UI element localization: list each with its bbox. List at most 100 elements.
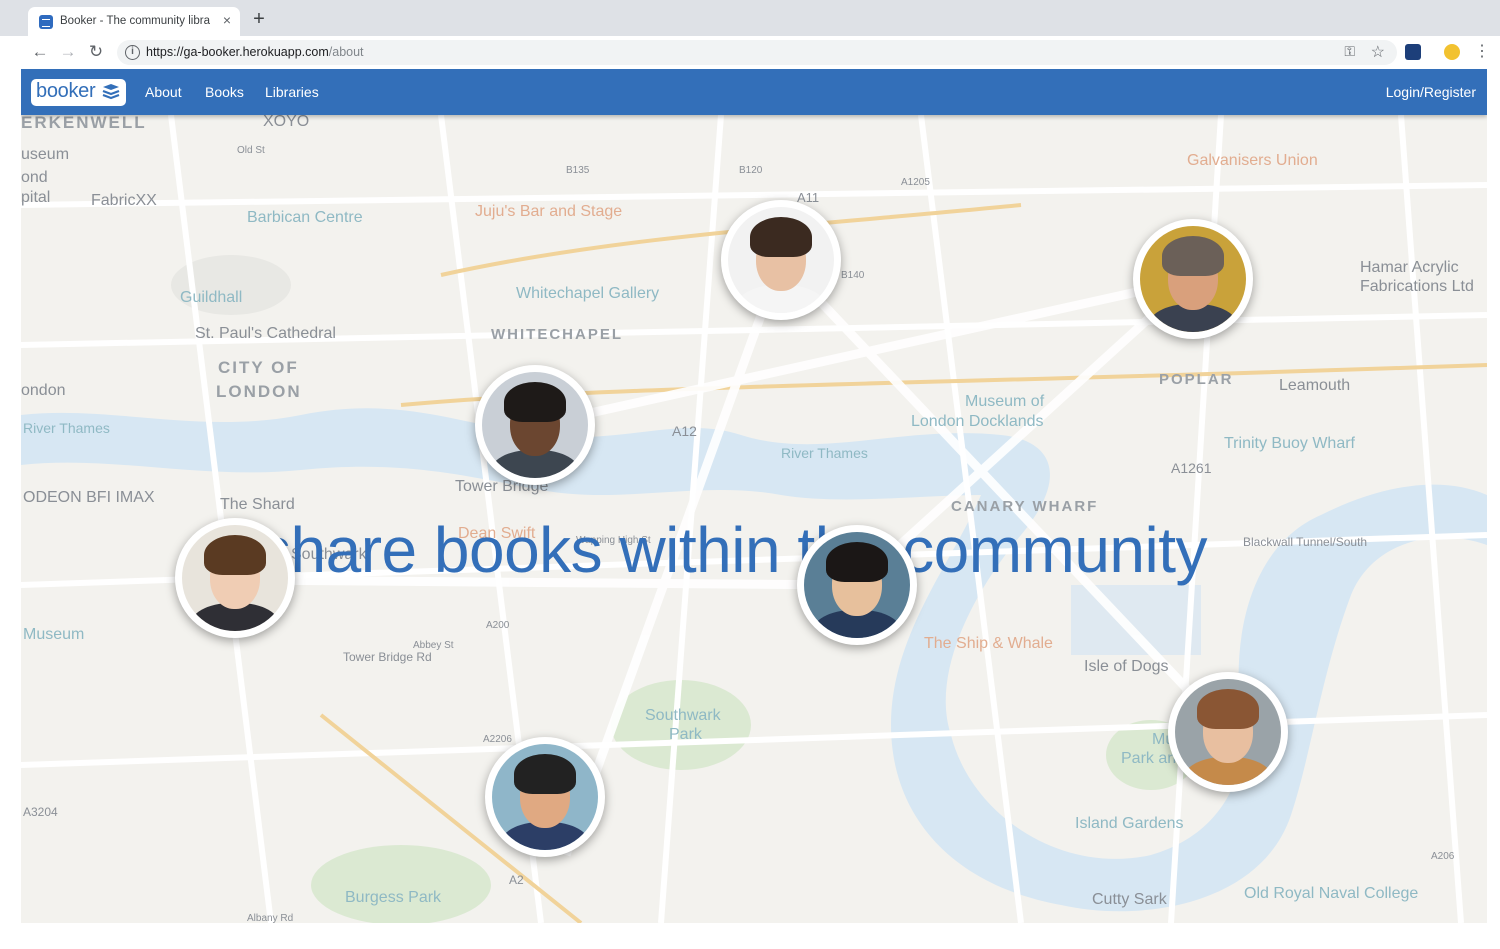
back-arrow-icon[interactable]: ← <box>30 42 50 62</box>
map-label: Cutty Sark <box>1092 891 1167 908</box>
browser-menu-icon[interactable]: ⋮ <box>1474 42 1490 62</box>
nav-link-books[interactable]: Books <box>205 84 244 100</box>
close-tab-icon[interactable]: × <box>219 12 235 28</box>
map-label: ODEON BFI IMAX <box>23 489 155 506</box>
forward-arrow-icon[interactable]: → <box>58 42 78 62</box>
hero-headline: share books within the community <box>259 514 1208 586</box>
member-photo <box>1175 679 1281 785</box>
map-label: Barbican Centre <box>247 209 363 226</box>
member-photo-hair <box>204 535 266 575</box>
map-label: A206 <box>1431 851 1455 862</box>
map-label: Fabrications Ltd <box>1360 278 1474 295</box>
map-label: A3204 <box>23 805 58 819</box>
member-photo-hair <box>504 382 566 422</box>
member-photo <box>728 207 834 313</box>
url-host: https://ga-booker.herokuapp.com <box>146 45 329 59</box>
member-photo-hair <box>750 217 812 257</box>
map-label: B140 <box>841 270 865 281</box>
new-tab-button[interactable]: + <box>250 9 268 29</box>
map-label: Park <box>669 726 702 743</box>
member-photo <box>492 744 598 850</box>
map-label: pital <box>21 189 51 206</box>
browser-tab[interactable]: Booker - The community library × <box>28 7 240 36</box>
map-label: Burgess Park <box>345 889 442 906</box>
member-avatar[interactable] <box>1168 672 1288 792</box>
map-label: Trinity Buoy Wharf <box>1224 435 1355 452</box>
map-label: A2206 <box>483 734 512 745</box>
member-photo <box>804 532 910 638</box>
bookmark-star-icon[interactable]: ☆ <box>1371 42 1385 62</box>
map-label: Old St <box>237 145 265 156</box>
member-photo-hair <box>1162 236 1224 276</box>
map-label: Museum <box>23 626 85 643</box>
extension-icon[interactable] <box>1405 44 1421 60</box>
map-label: Museum of <box>965 393 1045 410</box>
map-label: XOYO <box>263 113 310 130</box>
map-label: FabricXX <box>91 192 157 209</box>
site-info-icon[interactable]: i <box>125 45 140 60</box>
map-label: ond <box>21 169 48 186</box>
nav-link-about[interactable]: About <box>145 84 182 100</box>
map-label: London Docklands <box>911 413 1044 430</box>
url-path: /about <box>328 45 364 59</box>
map-label: Isle of Dogs <box>1084 658 1169 675</box>
map-label: ondon <box>21 382 66 399</box>
url-text[interactable]: https://ga-booker.herokuapp.com/about <box>146 45 364 59</box>
map-label: Leamouth <box>1279 377 1351 394</box>
map-label: The Ship & Whale <box>924 635 1053 652</box>
password-key-icon[interactable]: ⚿ <box>1344 43 1355 60</box>
member-photo <box>182 525 288 631</box>
browser-toolbar: ← → ↻ i https://ga-booker.herokuapp.com/… <box>0 36 1500 69</box>
member-photo-hair <box>1197 689 1259 729</box>
member-photo-hair <box>514 754 576 794</box>
map-label: B120 <box>739 165 763 176</box>
map-label: Tower Bridge Rd <box>343 650 432 664</box>
map-label: Guildhall <box>180 289 243 306</box>
map-label: Old Royal Naval College <box>1244 885 1419 902</box>
reload-icon[interactable]: ↻ <box>86 42 106 62</box>
nav-link-libraries[interactable]: Libraries <box>265 84 319 100</box>
map-label: A1205 <box>901 177 930 188</box>
booker-favicon-icon <box>39 15 53 29</box>
map-label: Southwark <box>645 707 721 724</box>
map-label: POPLAR <box>1159 371 1234 388</box>
booker-logo[interactable]: booker <box>31 79 126 106</box>
book-stack-icon <box>102 84 120 100</box>
map-label: St. Paul's Cathedral <box>195 325 336 342</box>
map-label: B135 <box>566 165 590 176</box>
map-label: LONDON <box>216 382 302 401</box>
login-register-link[interactable]: Login/Register <box>1386 84 1476 100</box>
member-avatar[interactable] <box>475 365 595 485</box>
map-label: The Shard <box>220 496 295 513</box>
map-label: A1261 <box>1171 460 1212 476</box>
profile-avatar-icon[interactable] <box>1444 44 1460 60</box>
member-photo-hair <box>826 542 888 582</box>
map-label: A200 <box>486 620 510 631</box>
member-avatar[interactable] <box>485 737 605 857</box>
member-avatar[interactable] <box>721 200 841 320</box>
member-photo <box>1140 226 1246 332</box>
map-label: Hamar Acrylic <box>1360 259 1459 276</box>
member-avatar[interactable] <box>175 518 295 638</box>
map-label: River Thames <box>781 445 868 461</box>
member-avatar[interactable] <box>797 525 917 645</box>
background-map: ERKENWELL XOYO Old St B135 B120 A1205 Ga… <box>21 113 1487 923</box>
map-label: Galvanisers Union <box>1187 152 1318 169</box>
map-label: A2 <box>509 873 524 887</box>
map-label: Whitechapel Gallery <box>516 285 660 302</box>
map-label: Island Gardens <box>1075 815 1184 832</box>
map-label: useum <box>21 146 70 163</box>
map-label: River Thames <box>23 420 110 436</box>
site-navbar: booker About Books Libraries Login/Regis… <box>21 69 1487 115</box>
brand-name: booker <box>36 80 96 102</box>
member-photo <box>482 372 588 478</box>
address-bar[interactable]: i https://ga-booker.herokuapp.com/about … <box>117 40 1397 65</box>
map-label: CITY OF <box>218 358 299 377</box>
member-avatar[interactable] <box>1133 219 1253 339</box>
map-label: Juju's Bar and Stage <box>475 203 623 220</box>
map-label: Albany Rd <box>247 913 294 923</box>
map-label: WHITECHAPEL <box>491 326 623 343</box>
map-label: Blackwall Tunnel/South <box>1243 535 1368 549</box>
map-label: A12 <box>672 423 697 439</box>
page-viewport: booker About Books Libraries Login/Regis… <box>21 69 1487 923</box>
